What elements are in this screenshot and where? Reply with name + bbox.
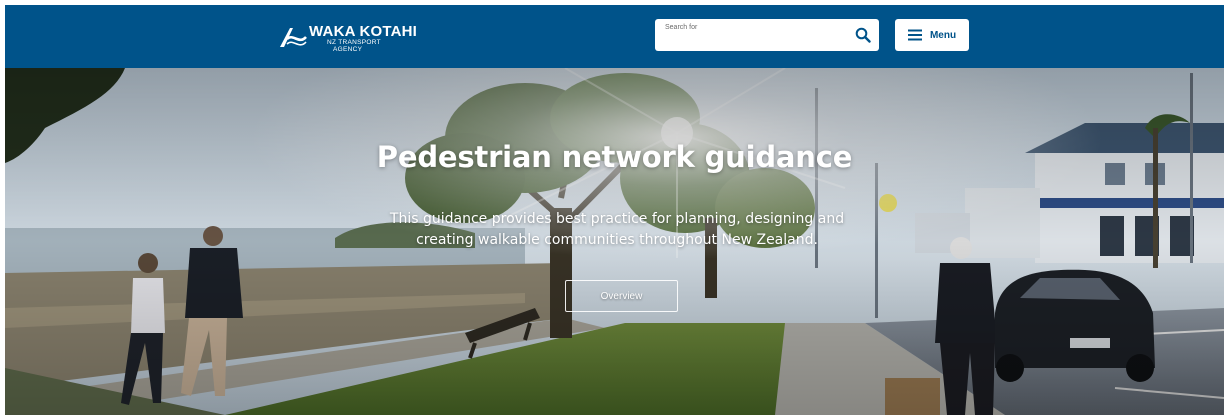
search-box[interactable]: Search for: [655, 19, 879, 51]
menu-button[interactable]: Menu: [895, 19, 969, 51]
hero-title: Pedestrian network guidance: [376, 140, 853, 174]
waka-kotahi-logo[interactable]: WAKA KOTAHI NZ TRANSPORT AGENCY: [277, 20, 417, 56]
search-input-placeholder[interactable]: Search for: [665, 24, 697, 31]
logo-subtitle-line2: AGENCY: [333, 45, 363, 53]
overview-button[interactable]: Overview: [565, 280, 678, 312]
logo-mark-icon: [280, 28, 307, 47]
logo-subtitle-line1: NZ TRANSPORT: [327, 38, 381, 46]
logo-text: WAKA KOTAHI NZ TRANSPORT AGENCY: [309, 24, 417, 53]
hero-description: This guidance provides best practice for…: [389, 211, 845, 248]
site-header: WAKA KOTAHI NZ TRANSPORT AGENCY Search f…: [5, 5, 1224, 68]
hero-banner: Pedestrian network guidance This guidanc…: [5, 68, 1224, 415]
page-frame: WAKA KOTAHI NZ TRANSPORT AGENCY Search f…: [5, 5, 1224, 415]
search-icon[interactable]: [855, 27, 871, 43]
hamburger-icon: [907, 29, 922, 41]
logo-title: WAKA KOTAHI: [309, 22, 418, 40]
menu-label: Menu: [929, 29, 957, 41]
